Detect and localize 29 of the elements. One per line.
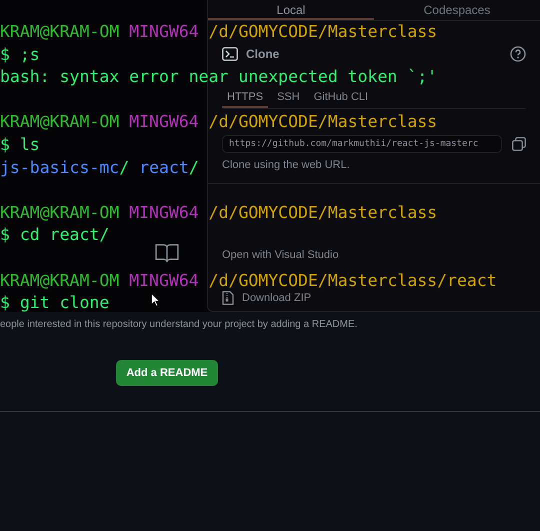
protocol-tab[interactable]: HTTPS — [222, 89, 268, 108]
mouse-pointer-icon — [151, 293, 160, 307]
book-icon — [154, 243, 180, 263]
help-icon[interactable] — [510, 46, 526, 62]
terminal-output: bash: syntax error near unexpected token `;' — [0, 66, 438, 88]
menu-tab[interactable]: Codespaces — [374, 0, 540, 20]
readme-description: eople interested in this repository understand your project by adding a README. — [0, 319, 358, 330]
directory-name: react/ — [139, 156, 199, 179]
terminal-prompt: KRAM@KRAM-OM MINGW64 /d/GOMYCODE/Masterclass — [0, 111, 438, 134]
zip-file-icon — [222, 290, 234, 304]
menu-action[interactable]: Download ZIP — [242, 292, 312, 304]
clone-hint: Clone using the web URL. — [222, 159, 351, 171]
protocol-tab[interactable]: SSH — [272, 89, 305, 108]
protocol-tab[interactable]: GitHub CLI — [308, 89, 374, 108]
terminal-prompt: KRAM@KRAM-OM MINGW64 /d/GOMYCODE/Masterclass — [0, 21, 438, 43]
terminal-prompt: KRAM@KRAM-OM MINGW64 /d/GOMYCODE/Masterclass — [0, 202, 438, 224]
terminal-command: $ cd react/ — [0, 224, 110, 246]
clone-title: Clone — [246, 47, 280, 61]
directory-name: js-basics-mc/ — [0, 156, 130, 179]
copy-icon[interactable] — [512, 137, 526, 151]
terminal-command: $ ls — [0, 134, 40, 156]
menu-action[interactable]: Open with Visual Studio — [222, 248, 339, 260]
terminal-command: $ git clone — [0, 292, 110, 314]
menu-tab[interactable]: Local — [208, 0, 374, 20]
clone-url-field[interactable]: https://github.com/markmuthii/react-js-masterc — [222, 135, 502, 153]
add-readme-button[interactable]: Add a README — [116, 360, 218, 386]
terminal-prompt: KRAM@KRAM-OM MINGW64 /d/GOMYCODE/Masterclass/react — [0, 270, 497, 292]
terminal-icon — [222, 47, 238, 61]
terminal-command: $ ;s — [0, 44, 40, 66]
